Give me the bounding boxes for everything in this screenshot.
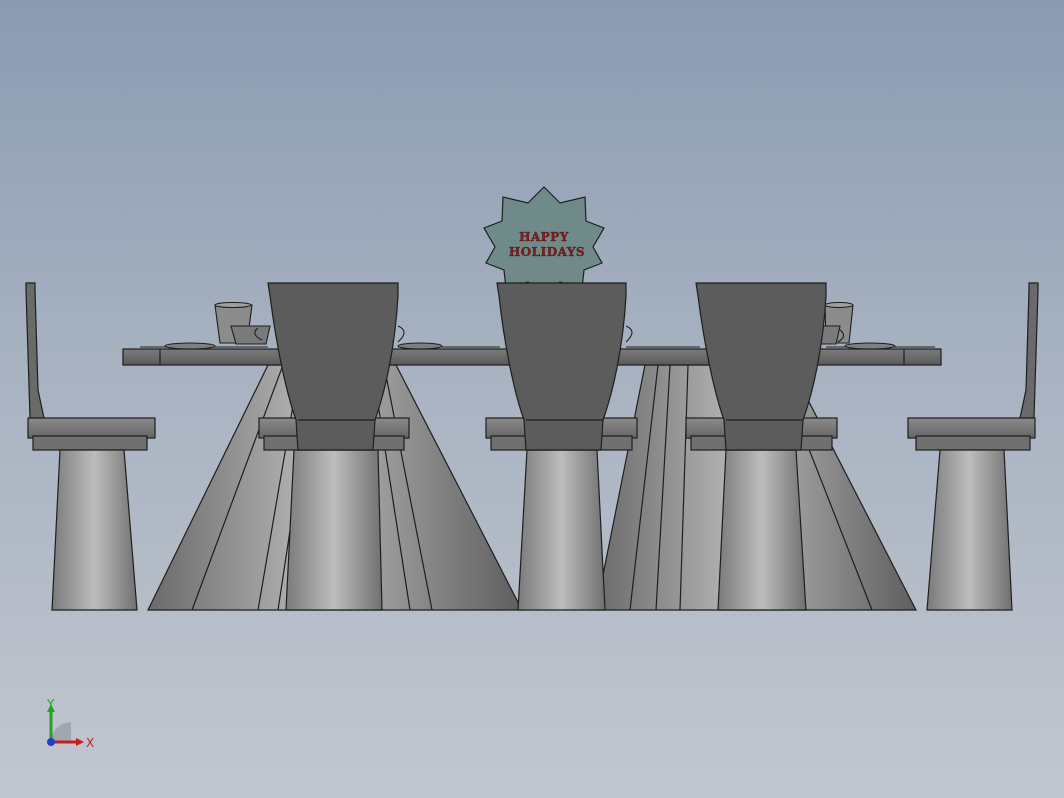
chair-right	[907, 282, 1039, 611]
x-axis-label: X	[86, 736, 94, 750]
dining-set-model[interactable]: HAPPY HOLIDAYS	[0, 0, 1064, 798]
centerpiece-text-line2: HOLIDAYS	[509, 245, 585, 259]
centerpiece-text-line1: HAPPY	[519, 230, 569, 244]
axis-triad: Y X	[46, 697, 94, 750]
z-axis-dot-icon	[47, 738, 55, 746]
y-axis-label: Y	[46, 697, 55, 711]
triad-plane-icon	[51, 722, 71, 742]
cad-viewport[interactable]: HAPPY HOLIDAYS Y X	[0, 0, 1064, 798]
chair-left	[25, 282, 156, 611]
snowflake-centerpiece: HAPPY HOLIDAYS	[483, 186, 605, 297]
